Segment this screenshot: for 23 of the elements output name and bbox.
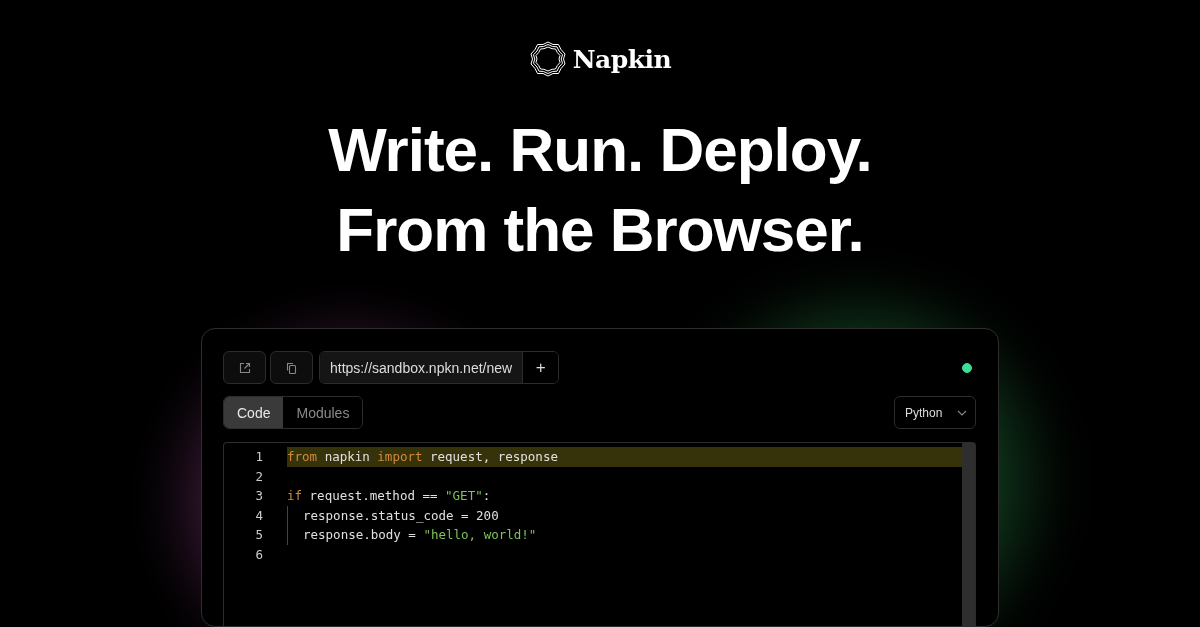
copy-icon [286,361,297,374]
external-link-button[interactable] [223,351,266,384]
line-number: 1 [254,449,263,465]
headline-text: Write. Run. Deploy. [328,114,872,186]
headline-text: From the Browser. [336,194,864,266]
scrollbar[interactable] [962,443,975,626]
language-select[interactable]: Python [894,396,976,429]
copy-button[interactable] [270,351,313,384]
code-line: from napkin import request, response [287,449,558,465]
code-line: response.status_code = 200 [303,507,499,523]
line-number: 2 [254,468,263,484]
chevron-down-icon [957,409,967,416]
line-number: 6 [254,546,263,562]
line-number: 5 [254,527,263,543]
line-number: 3 [254,488,263,504]
code-line: if request.method == "GET": [287,488,491,504]
tab[interactable]: Code [224,397,284,428]
code-editor[interactable]: 1 from napkin import request, response 2 3 if request.method == "GET": 4 response.status_code = 200 5 response.body = "hello, world!" 6 [223,442,976,626]
line-number: 4 [254,507,263,523]
logo-icon [528,40,567,78]
external-link-icon [238,361,251,374]
brand-name: Napkin [572,44,672,74]
code-line: response.body = "hello, world!" [303,527,537,543]
